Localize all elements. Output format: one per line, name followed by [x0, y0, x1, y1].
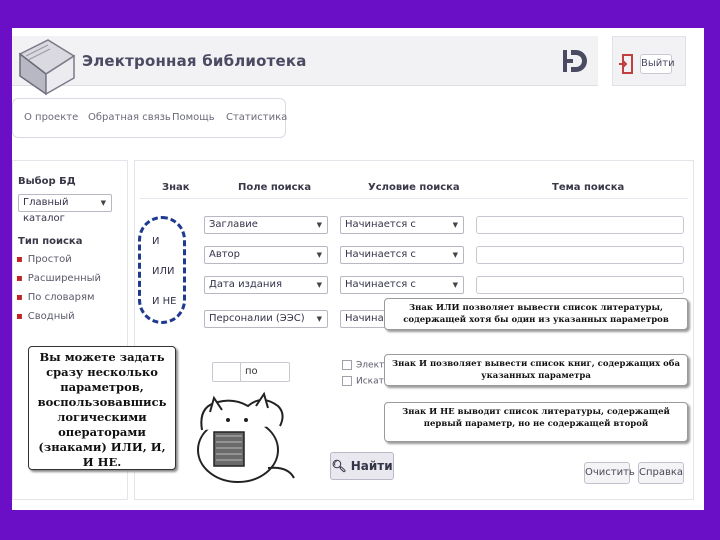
- condition-select-2[interactable]: Начинается с ▼: [340, 246, 464, 264]
- search-type-label: Тип поиска: [18, 236, 83, 247]
- chevron-down-icon: ▼: [452, 221, 458, 229]
- field-select-3[interactable]: Дата издания ▼: [204, 276, 328, 294]
- checkbox-icon: [342, 376, 352, 386]
- field-select-1[interactable]: Заглавие ▼: [204, 216, 328, 234]
- search-icon: 🔍︎: [331, 459, 347, 473]
- condition-select-1[interactable]: Начинается с ▼: [340, 216, 464, 234]
- callout-or: Знак ИЛИ позволяет вывести список литера…: [384, 298, 688, 330]
- search-type-dictionary[interactable]: ▪ По словарям: [16, 292, 95, 303]
- db-label: Выбор БД: [18, 176, 76, 187]
- help-button[interactable]: Справка: [638, 462, 684, 484]
- chevron-down-icon: ▼: [316, 315, 322, 323]
- chevron-down-icon: ▼: [316, 251, 322, 259]
- db-select[interactable]: Главный каталог ▼: [18, 194, 112, 224]
- exit-door-icon: [619, 54, 633, 74]
- col-header-condition: Условие поиска: [368, 182, 460, 193]
- chevron-down-icon: ▼: [100, 199, 106, 207]
- search-type-simple[interactable]: ▪ Простой: [16, 254, 72, 265]
- condition-select-3[interactable]: Начинается с ▼: [340, 276, 464, 294]
- clear-button[interactable]: Очистить: [584, 462, 635, 484]
- chevron-down-icon: ▼: [316, 221, 322, 229]
- field-select-2[interactable]: Автор ▼: [204, 246, 328, 264]
- topic-input-2[interactable]: [476, 246, 684, 264]
- chevron-down-icon: ▼: [452, 281, 458, 289]
- nav-help[interactable]: Помощь: [172, 112, 215, 123]
- header-divider: [140, 198, 688, 199]
- bullet-icon: ▪: [16, 273, 23, 284]
- book-icon: [18, 39, 76, 96]
- field-select-4[interactable]: Персоналии (ЭЭС) ▼: [204, 310, 328, 328]
- search-type-extended[interactable]: ▪ Расширенный: [16, 273, 101, 284]
- col-header-topic: Тема поиска: [552, 182, 625, 193]
- col-header-sign: Знак: [162, 182, 190, 193]
- checkbox-icon: [342, 360, 352, 370]
- exit-button[interactable]: Выйти: [640, 54, 675, 74]
- app-title: Электронная библиотека: [82, 52, 307, 70]
- logic-operators-highlight: [138, 216, 186, 324]
- chevron-down-icon: ▼: [452, 251, 458, 259]
- topic-input-1[interactable]: [476, 216, 684, 234]
- bullet-icon: ▪: [16, 254, 23, 265]
- topic-input-3[interactable]: [476, 276, 684, 294]
- nav-feedback[interactable]: Обратная связь: [88, 112, 171, 123]
- library-logo-icon: [563, 50, 587, 72]
- db-select-value: Главный каталог: [23, 197, 69, 224]
- find-button[interactable]: 🔍︎ Найти: [330, 452, 394, 480]
- callout-and-not: Знак И НЕ выводит список литературы, сод…: [384, 402, 688, 442]
- col-header-field: Поле поиска: [238, 182, 312, 193]
- bullet-icon: ▪: [16, 311, 23, 322]
- chevron-down-icon: ▼: [316, 281, 322, 289]
- nav-statistics[interactable]: Статистика: [226, 112, 287, 123]
- search-type-combined[interactable]: ▪ Сводный: [16, 311, 75, 322]
- bullet-icon: ▪: [16, 292, 23, 303]
- callout-logic-intro: Вы можете задать сразу несколько парамет…: [28, 346, 176, 470]
- cat-illustration: [197, 391, 295, 483]
- callout-and: Знак И позволяет вывести список книг, со…: [384, 354, 688, 386]
- nav-about[interactable]: О проекте: [24, 112, 78, 123]
